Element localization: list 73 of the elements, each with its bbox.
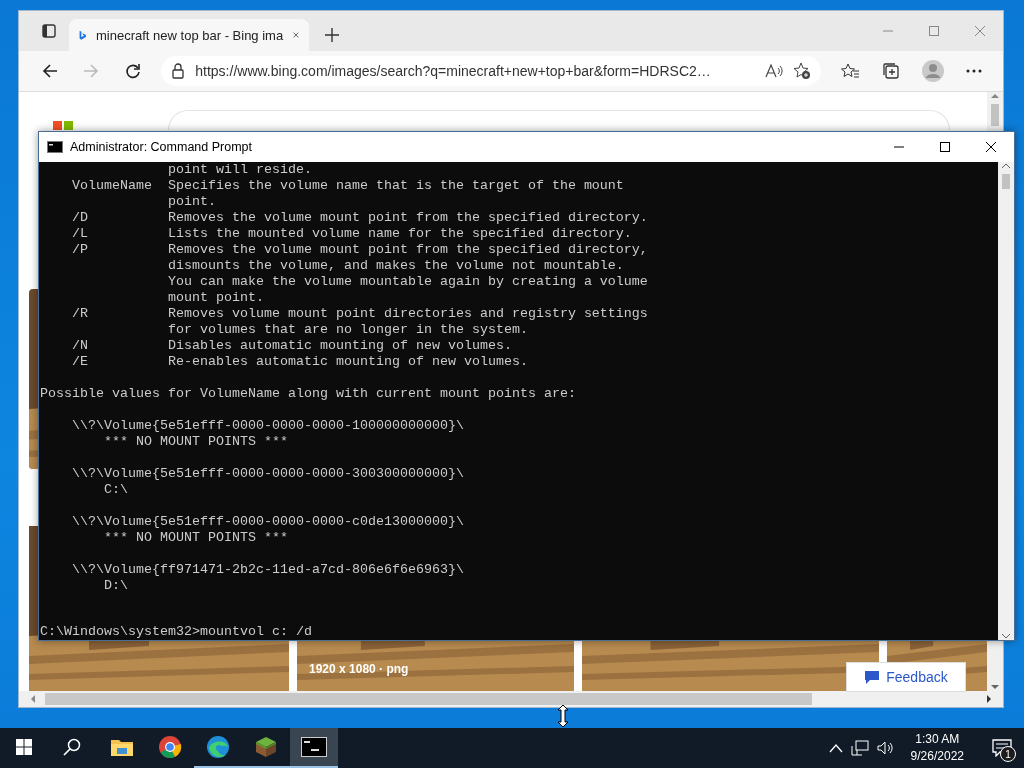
console-line: point.	[166, 194, 216, 210]
close-icon	[986, 142, 996, 152]
scrollbar[interactable]	[998, 162, 1014, 640]
close-icon	[975, 26, 985, 36]
console-line: point will reside.	[166, 162, 312, 178]
scroll-thumb[interactable]	[1002, 174, 1010, 189]
console-line: /R Removes volume mount point directories and registry settings	[71, 306, 648, 322]
plus-icon	[325, 28, 339, 42]
console-line: D:\	[103, 578, 128, 594]
volume-icon	[876, 740, 895, 756]
scroll-left-icon	[29, 695, 37, 703]
clock-time[interactable]: 1:30 AM	[915, 731, 960, 748]
image-caption: 1920 x 1080 · png	[309, 662, 409, 676]
horizontal-scrollbar[interactable]	[19, 691, 1003, 707]
console-line: \\?\Volume{5e51efff-0000-0000-0000-c0de13000000}\	[71, 514, 464, 530]
chat-bubble-icon	[864, 669, 881, 685]
more-icon	[966, 69, 983, 73]
terminal-icon	[47, 141, 63, 153]
console-line: C:\	[103, 482, 128, 498]
network-icon	[850, 740, 869, 756]
grass-block-icon	[254, 735, 278, 759]
command-line[interactable]: C:\Windows\system32>mountvol c: /d	[40, 624, 312, 640]
logo-squares-icon	[53, 121, 73, 130]
maximize-icon	[940, 142, 950, 152]
console-line: \\?\Volume{ff971471-2b2c-11ed-a7cd-806e6f6e6963}\	[71, 562, 464, 578]
taskbar-app[interactable]	[290, 728, 338, 768]
console-line: /D Removes the volume mount point from the specified directory.	[71, 210, 648, 226]
add-favorite-icon	[793, 62, 812, 80]
folder-icon	[110, 737, 134, 757]
scroll-right-icon	[985, 695, 993, 703]
refresh-icon	[124, 63, 141, 79]
address-bar[interactable]: https://www.bing.com/images/search?q=minecraft+new+top+bar&form=HDRSC2…	[161, 56, 822, 86]
windows-logo-icon	[16, 739, 32, 755]
console-line: dismounts the volume, and makes the volume not mountable.	[166, 258, 624, 274]
console-line: mount point.	[166, 290, 264, 306]
chevron-up-icon	[828, 743, 843, 753]
search-icon	[63, 738, 81, 756]
console-line: for volumes that are no longer in the system.	[166, 322, 528, 338]
feedback-button[interactable]: Feedback	[846, 662, 966, 692]
window-title: Administrator: Command Prompt	[70, 140, 252, 154]
notifications-button[interactable]: 1	[980, 728, 1024, 768]
console-line: VolumeName Specifies the volume name that is the target of the mount	[71, 178, 624, 194]
message-icon	[992, 739, 1012, 757]
close-icon	[293, 30, 299, 40]
console-line: /P Removes the volume mount point from the specified directory,	[71, 242, 648, 258]
tab-actions-icon	[41, 23, 57, 39]
console-line: You can make the volume mountable again by creating a volume	[166, 274, 648, 290]
console-line: Possible values for VolumeName along with current mount points are:	[40, 386, 576, 402]
avatar-icon	[921, 60, 944, 82]
scroll-down-icon	[1001, 632, 1011, 640]
edge-icon	[206, 735, 230, 759]
console-line: *** NO MOUNT POINTS ***	[103, 434, 288, 450]
terminal-icon	[301, 737, 327, 757]
maximize-icon	[929, 26, 939, 36]
console-line: \\?\Volume{5e51efff-0000-0000-0000-100000000000}\	[71, 418, 464, 434]
console-line: *** NO MOUNT POINTS ***	[103, 530, 288, 546]
chrome-icon	[158, 735, 182, 759]
clock-date[interactable]: 9/26/2022	[910, 748, 964, 765]
console-line: /E Re-enables automatic mounting of new volumes.	[71, 354, 528, 370]
console-line: /N Disables automatic mounting of new volumes.	[71, 338, 512, 354]
notification-count: 1	[1000, 746, 1016, 762]
console-line: /L Lists the mounted volume name for the specified directory.	[71, 226, 632, 242]
scroll-up-icon	[1001, 162, 1011, 170]
lock-icon	[171, 63, 186, 79]
collections-icon	[882, 62, 901, 80]
read-aloud-icon	[765, 63, 784, 79]
favorites-icon	[840, 63, 859, 79]
forward-arrow-icon	[83, 63, 100, 79]
browser-tab[interactable]: minecraft new top bar - Bing ima	[69, 19, 309, 51]
console-line: \\?\Volume{5e51efff-0000-0000-0000-300300000000}\	[71, 466, 464, 482]
back-arrow-icon	[41, 63, 58, 79]
scroll-thumb[interactable]	[991, 104, 999, 126]
scroll-thumb[interactable]	[45, 693, 812, 705]
